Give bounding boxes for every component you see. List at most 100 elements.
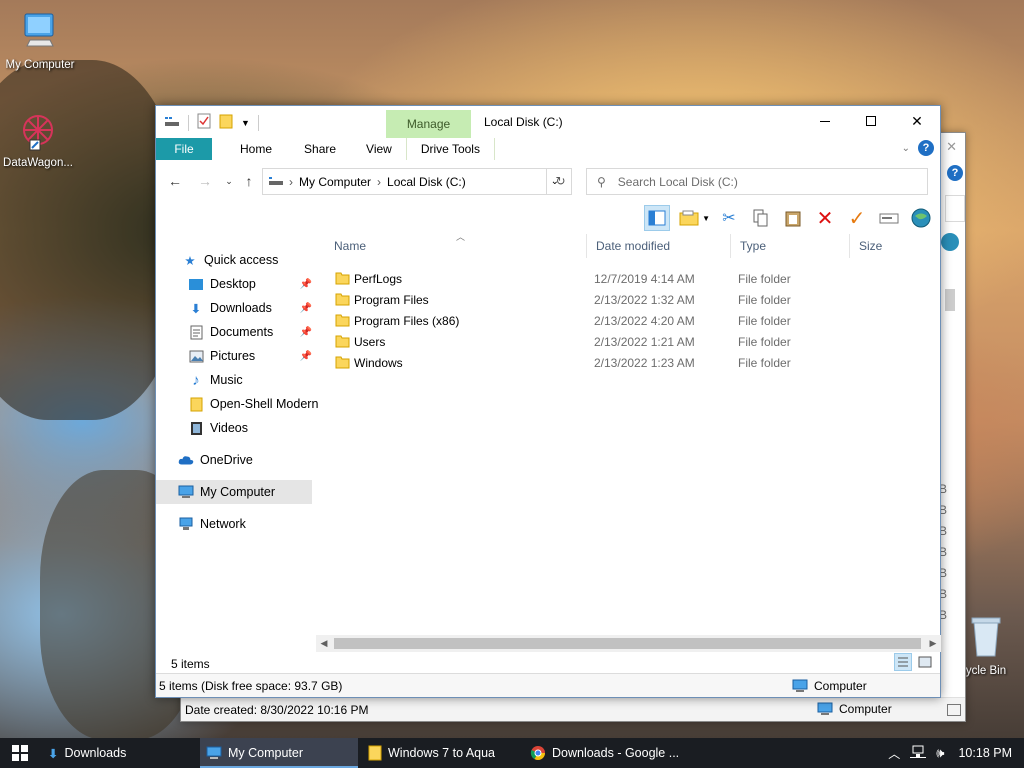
paste-icon[interactable] <box>780 205 806 231</box>
chevron-right-icon[interactable]: › <box>377 175 381 189</box>
table-row[interactable]: Users 2/13/2022 1:21 AM File folder <box>316 331 936 352</box>
pictures-icon <box>188 348 204 364</box>
minimize-button[interactable] <box>802 106 848 136</box>
large-icons-view-icon[interactable] <box>916 653 934 671</box>
copy-icon[interactable] <box>748 205 774 231</box>
scrollbar-thumb[interactable] <box>945 289 955 311</box>
nav-onedrive[interactable]: OneDrive <box>178 448 253 472</box>
properties-icon[interactable] <box>197 113 211 132</box>
windows-logo-icon <box>12 745 28 761</box>
title-bar[interactable]: ▼ Manage Local Disk (C:) ✕ <box>156 106 940 138</box>
nav-pictures[interactable]: Pictures 📌 <box>188 344 312 368</box>
globe-icon[interactable] <box>941 233 959 251</box>
column-header-name[interactable]: Name <box>324 234 366 258</box>
details-pane-icon[interactable] <box>676 205 702 231</box>
delete-icon[interactable]: ✕ <box>812 205 838 231</box>
pin-icon[interactable]: 📌 <box>300 303 312 314</box>
table-row[interactable]: PerfLogs 12/7/2019 4:14 AM File folder <box>316 268 936 289</box>
folder-icon <box>335 356 350 369</box>
tab-home[interactable]: Home <box>226 138 286 160</box>
pin-icon[interactable]: 📌 <box>300 327 312 338</box>
address-bar[interactable]: › My Computer › Local Disk (C:) ⌄ <box>262 168 572 195</box>
chevron-right-icon[interactable]: › <box>289 175 293 189</box>
nav-my-computer[interactable]: My Computer <box>156 480 312 504</box>
table-row[interactable]: Program Files (x86) 2/13/2022 4:20 AM Fi… <box>316 310 936 331</box>
clock[interactable]: 10:18 PM <box>958 746 1012 760</box>
nav-videos[interactable]: Videos <box>188 416 248 440</box>
manage-tab-group[interactable]: Manage <box>386 110 471 138</box>
refresh-button[interactable]: ↻ <box>546 168 574 195</box>
column-header-size[interactable]: Size <box>849 234 882 258</box>
up-arrow-icon[interactable]: ↑ <box>240 172 258 190</box>
view-icon[interactable] <box>947 704 961 716</box>
search-placeholder: Search Local Disk (C:) <box>617 174 738 189</box>
horizontal-scrollbar[interactable]: ◀ ▶ <box>316 635 941 652</box>
table-row[interactable]: Windows 2/13/2022 1:23 AM File folder <box>316 352 936 373</box>
ribbon-help-area: ⌄ ? <box>902 140 934 156</box>
start-button[interactable] <box>0 738 40 768</box>
desktop-icon-datawagon[interactable]: DataWagon... <box>0 108 76 169</box>
quick-access-toolbar: ▼ <box>164 113 259 132</box>
column-header-type[interactable]: Type <box>730 234 766 258</box>
scroll-right-icon[interactable]: ▶ <box>926 636 940 650</box>
system-menu-icon[interactable] <box>164 114 180 131</box>
help-icon[interactable]: ? <box>947 165 963 181</box>
scroll-left-icon[interactable]: ◀ <box>317 636 331 650</box>
customize-qat-icon[interactable]: ▼ <box>241 118 250 128</box>
maximize-button[interactable] <box>848 106 894 136</box>
cut-icon[interactable]: ✂ <box>716 205 742 231</box>
new-folder-icon[interactable] <box>219 113 233 132</box>
close-button[interactable]: ✕ <box>894 106 940 136</box>
expand-ribbon-icon[interactable]: ⌄ <box>902 143 910 154</box>
nav-quick-access[interactable]: ★ Quick access <box>182 248 278 272</box>
pin-icon[interactable]: 📌 <box>300 279 312 290</box>
status-location: Computer <box>792 679 867 693</box>
tab-view[interactable]: View <box>352 138 406 160</box>
show-hidden-icons-icon[interactable]: ︿ <box>888 745 900 762</box>
navigation-pane-icon[interactable] <box>644 205 671 231</box>
recent-locations-icon[interactable]: ⌄ <box>220 172 238 190</box>
details-view-icon[interactable] <box>894 653 912 671</box>
table-row[interactable]: Program Files 2/13/2022 1:32 AM File fol… <box>316 289 936 310</box>
taskbar-item-downloads[interactable]: ⬇ Downloads <box>42 738 196 768</box>
tab-file[interactable]: File <box>156 138 212 160</box>
tab-drive-tools[interactable]: Drive Tools <box>405 138 495 160</box>
taskbar-item-label: Downloads - Google ... <box>552 746 680 760</box>
tab-share[interactable]: Share <box>290 138 350 160</box>
nav-documents[interactable]: Documents 📌 <box>188 320 312 344</box>
volume-icon[interactable]: 🕪 <box>936 745 944 761</box>
file-name: PerfLogs <box>354 272 403 286</box>
taskbar-item-label: Downloads <box>64 746 127 760</box>
dropdown-arrow-icon[interactable]: ▼ <box>702 214 710 223</box>
properties-check-icon[interactable]: ✓ <box>844 205 870 231</box>
help-icon[interactable]: ? <box>918 140 934 156</box>
taskbar-item-windows-7-to-aqua[interactable]: Windows 7 to Aqua <box>362 738 520 768</box>
network-icon[interactable] <box>910 745 927 762</box>
column-header-date-modified[interactable]: Date modified <box>586 234 670 258</box>
nav-music[interactable]: ♪ Music <box>188 368 242 392</box>
nav-label: Downloads <box>210 301 272 315</box>
explorer-window[interactable]: ▼ Manage Local Disk (C:) ✕ File Home Sha… <box>155 105 941 698</box>
pin-icon[interactable]: 📌 <box>300 351 312 362</box>
desktop-icon-my-computer[interactable]: My Computer <box>2 10 78 71</box>
close-icon[interactable]: ✕ <box>946 139 957 155</box>
nav-network[interactable]: Network <box>178 512 246 536</box>
partial-search-box[interactable] <box>945 195 965 222</box>
breadcrumb-my-computer[interactable]: My Computer <box>299 175 371 189</box>
download-icon: ⬇ <box>190 301 202 316</box>
nav-open-shell-modern[interactable]: Open-Shell Modern <box>188 392 318 416</box>
taskbar-item-chrome-downloads[interactable]: Downloads - Google ... <box>524 738 682 768</box>
scrollbar-thumb[interactable] <box>334 638 921 649</box>
breadcrumb-local-disk[interactable]: Local Disk (C:) <box>387 175 466 189</box>
taskbar-item-my-computer[interactable]: My Computer <box>200 738 358 768</box>
forward-arrow-icon[interactable]: → <box>196 172 214 190</box>
status-bar: Date created: 8/30/2022 10:16 PM Compute… <box>181 697 965 721</box>
search-input[interactable]: ⚲ Search Local Disk (C:) <box>586 168 928 195</box>
globe-icon[interactable] <box>908 205 934 231</box>
rename-icon[interactable] <box>876 205 902 231</box>
nav-desktop[interactable]: Desktop 📌 <box>188 272 312 296</box>
back-arrow-icon[interactable]: ← <box>166 172 184 190</box>
nav-downloads[interactable]: ⬇ Downloads 📌 <box>188 296 312 320</box>
ribbon-tabs: File Home Share View Drive Tools <box>156 138 940 160</box>
status-date-created: Date created: 8/30/2022 10:16 PM <box>185 703 369 717</box>
